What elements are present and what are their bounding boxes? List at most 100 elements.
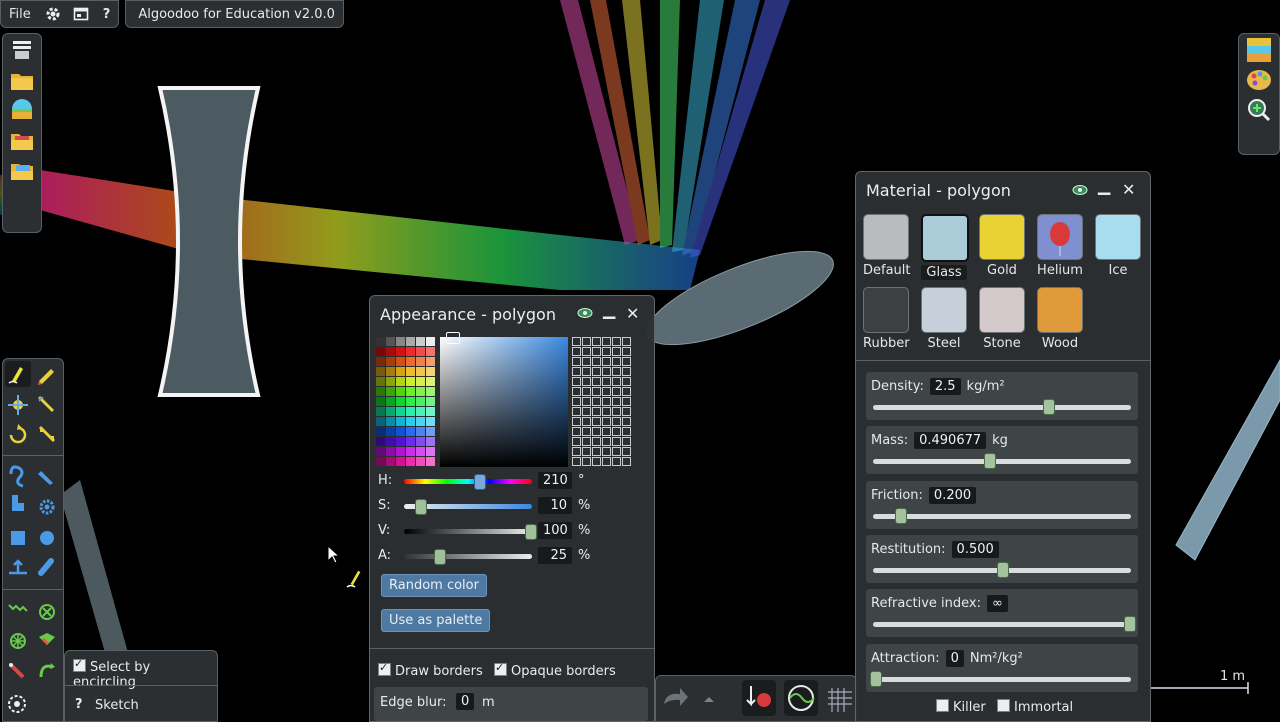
open-folder-icon[interactable] [8,66,36,94]
circle-tool-icon[interactable] [40,531,54,545]
select-by-encircling-checkbox[interactable] [73,657,86,672]
axle-tool-icon[interactable] [10,633,26,649]
slider-knob[interactable] [433,549,446,565]
thruster-tool-icon[interactable] [39,633,55,646]
material-swatch[interactable] [863,214,909,260]
material-preset-ice[interactable]: Ice [1095,214,1141,278]
rope-tool-icon[interactable] [9,465,24,488]
sketch-tool-icon[interactable] [5,361,31,387]
fixate-tool-icon[interactable] [39,604,55,620]
spiral-tool-icon[interactable] [8,695,26,713]
slider-knob[interactable] [870,670,882,687]
hsva-value[interactable]: 100 [538,522,572,539]
immortal-option[interactable]: Immortal [997,699,1073,715]
minimize-icon[interactable]: ▁ [603,300,615,319]
zoom-icon[interactable] [1245,96,1273,124]
glass-bar-left[interactable] [60,480,130,670]
picker-cursor[interactable] [446,332,460,344]
file-menu[interactable]: File [1,1,39,27]
slider-knob[interactable] [997,561,1009,578]
material-preset-gold[interactable]: Gold [979,214,1025,278]
hsva-slider[interactable] [404,554,532,559]
material-swatch[interactable] [1095,214,1141,260]
palette-grid[interactable] [572,337,634,467]
palette-icon[interactable] [1245,66,1273,94]
property-slider[interactable] [873,459,1131,465]
air-friction-icon[interactable] [784,680,818,716]
edge-blur-value[interactable]: 0 [456,693,475,710]
material-swatch[interactable] [1037,287,1083,333]
eye-icon[interactable] [1072,184,1088,196]
slider-knob[interactable] [473,474,486,490]
slider-knob[interactable] [1124,616,1136,633]
draw-borders-option[interactable]: Draw borders [378,661,483,679]
material-swatch[interactable] [979,287,1025,333]
slider-knob[interactable] [984,453,997,470]
plane-tool-icon[interactable] [9,559,27,575]
slider-knob[interactable] [525,524,537,540]
material-preset-default[interactable]: Default [863,214,911,278]
tracer-tool-icon[interactable] [39,663,55,678]
minimize-icon[interactable]: ▁ [1098,176,1110,195]
chevron-up-icon[interactable] [704,697,714,702]
immortal-checkbox[interactable] [997,699,1010,712]
draw-borders-checkbox[interactable] [378,661,391,676]
material-preset-steel[interactable]: Steel [921,287,967,351]
material-preset-rubber[interactable]: Rubber [863,287,910,351]
opaque-borders-option[interactable]: Opaque borders [494,661,616,679]
material-preset-stone[interactable]: Stone [979,287,1025,351]
property-value[interactable]: 0.200 [928,486,977,504]
property-value[interactable]: ∞ [986,595,1008,613]
gear-tool-icon[interactable] [39,499,55,515]
property-slider[interactable] [873,676,1131,682]
hsva-value[interactable]: 25 [538,547,572,564]
saturation-value-picker[interactable] [440,337,568,467]
scene-folder-icon[interactable] [8,126,36,154]
box-tool-icon[interactable] [11,531,25,545]
spring-tool-icon[interactable] [8,604,28,612]
layers-icon[interactable] [8,36,36,64]
material-swatch[interactable] [921,287,967,333]
close-icon[interactable]: ✕ [1122,180,1135,199]
material-swatch[interactable] [863,287,909,333]
property-value[interactable]: 0 [945,649,964,667]
use-as-palette-button[interactable]: Use as palette [381,609,491,632]
chain-tool-icon[interactable] [38,558,54,576]
background-layers-icon[interactable] [1245,36,1273,64]
slider-knob[interactable] [895,507,908,524]
move-tool-icon[interactable] [8,395,28,415]
grid-icon[interactable] [828,688,852,712]
killer-option[interactable]: Killer [936,699,986,715]
gravity-icon[interactable] [742,680,776,716]
slider-knob[interactable] [1042,399,1055,415]
hsva-value[interactable]: 10 [538,497,572,514]
property-slider[interactable] [873,513,1131,519]
material-preset-glass[interactable]: Glass [921,214,969,280]
save-folder-icon[interactable] [8,156,36,184]
eye-icon[interactable] [577,307,593,319]
knife-tool-icon[interactable] [38,471,53,485]
help-icon[interactable]: ? [75,697,83,712]
hsva-slider[interactable] [404,529,532,534]
property-value[interactable]: 2.5 [929,378,961,395]
material-swatch[interactable] [921,214,969,262]
random-color-button[interactable]: Random color [381,574,487,597]
material-preset-helium[interactable]: Helium [1037,214,1083,278]
drag-tool-icon[interactable] [37,395,55,413]
glass-bar[interactable] [1175,358,1280,561]
slider-knob[interactable] [415,499,428,515]
scale-tool-icon[interactable] [38,425,56,443]
brush-tool-icon[interactable] [12,495,24,511]
killer-checkbox[interactable] [936,699,949,712]
hsva-slider[interactable] [404,479,532,484]
material-swatch[interactable] [1037,214,1083,260]
property-slider[interactable] [873,405,1131,410]
rotate-tool-icon[interactable] [9,424,27,444]
gear-icon[interactable] [44,5,62,23]
help-icon[interactable]: ? [95,1,119,27]
close-icon[interactable]: ✕ [626,304,639,323]
redo-icon[interactable] [664,688,688,706]
scene-icon[interactable] [8,96,36,124]
hsva-value[interactable]: 210 [538,472,572,489]
opaque-borders-checkbox[interactable] [494,661,507,676]
